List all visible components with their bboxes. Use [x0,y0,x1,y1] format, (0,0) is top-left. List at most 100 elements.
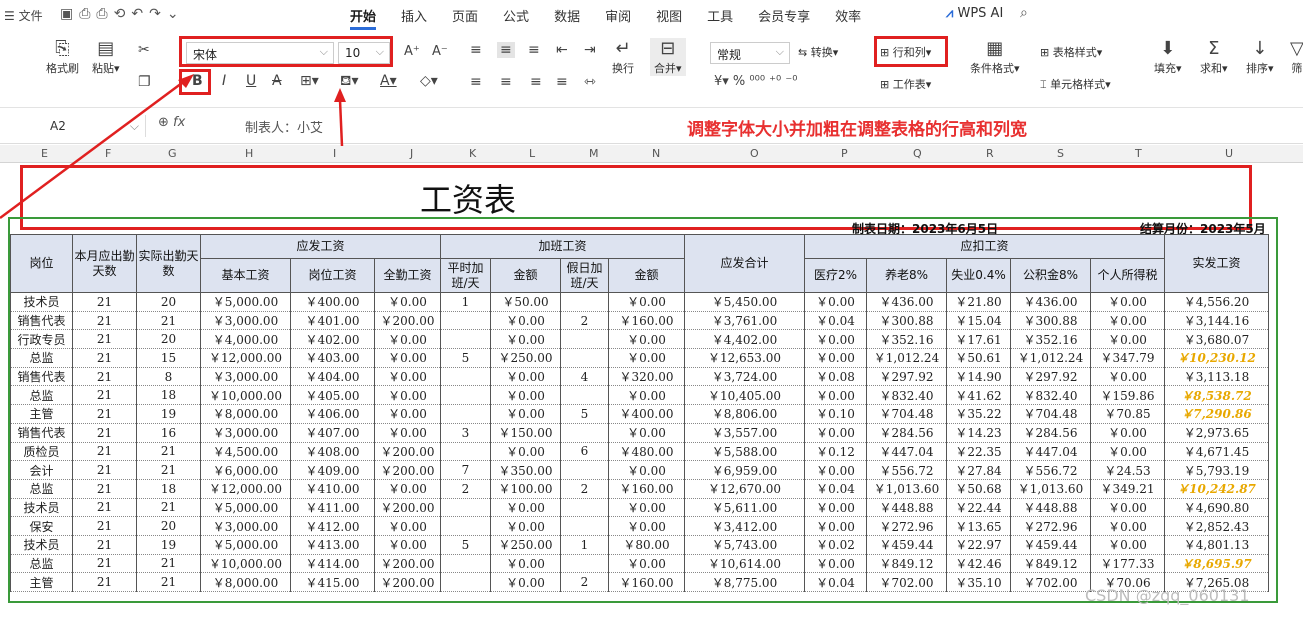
table-cell[interactable]: ￥406.00 [290,404,375,424]
table-cell[interactable]: 1 [440,292,491,312]
table-cell[interactable]: 21 [72,329,137,350]
indent-decrease-icon[interactable]: ⇤ [556,42,568,58]
table-cell[interactable] [440,498,491,518]
table-cell[interactable]: ￥0.00 [804,498,867,518]
post-cell[interactable]: 销售代表 [10,311,73,331]
column-header-j[interactable]: J [410,147,413,160]
table-cell[interactable]: ￥447.04 [866,442,947,462]
post-cell[interactable]: 保安 [10,516,73,536]
table-cell[interactable]: 2 [560,311,609,331]
table-cell[interactable]: ￥200.00 [374,572,441,592]
table-cell[interactable]: 21 [136,498,201,518]
column-header-n[interactable]: N [652,147,660,160]
table-cell[interactable]: 21 [136,554,201,574]
table-cell[interactable]: 21 [72,572,137,592]
table-cell[interactable]: ￥6,959.00 [684,460,805,480]
table-cell[interactable] [440,404,491,424]
table-cell[interactable] [440,572,491,592]
table-cell[interactable]: 15 [136,348,201,368]
table-cell[interactable]: ￥200.00 [374,498,441,518]
table-cell[interactable]: ￥5,450.00 [684,292,805,312]
increase-font-icon[interactable]: A⁺ [404,44,420,59]
table-cell[interactable]: ￥0.00 [1090,516,1165,536]
table-cell[interactable]: ￥401.00 [290,311,375,331]
table-cell[interactable]: ￥459.44 [866,535,947,555]
table-cell[interactable]: ￥0.00 [490,404,561,424]
table-cell[interactable]: ￥41.62 [946,385,1011,406]
table-cell[interactable]: ￥14.23 [946,423,1011,443]
tab-formula[interactable]: 公式 [503,6,529,30]
column-header-o[interactable]: O [750,147,759,160]
table-row[interactable]: 行政专员 21 20 ￥4,000.00 ￥402.00 ￥0.00 ￥0.00 ￥0.00 ￥… [10,329,1269,350]
table-cell[interactable]: 21 [136,460,201,480]
table-cell[interactable]: ￥21.80 [946,292,1011,312]
table-cell[interactable]: ￥12,000.00 [200,348,291,368]
table-cell[interactable]: ￥8,538.72 [1164,385,1269,406]
table-cell[interactable]: ￥22.44 [946,498,1011,518]
wrap-button[interactable]: ↵ 换行 [612,38,634,76]
table-cell[interactable]: ￥0.00 [490,311,561,331]
table-row[interactable]: 技术员 21 20 ￥5,000.00 ￥400.00 ￥0.00 1 ￥50.00 ￥0.00… [10,292,1269,312]
post-cell[interactable]: 总监 [10,385,73,406]
align-bottom-icon[interactable]: ≡ [528,42,540,58]
fx-icon[interactable]: ⊕ fx [158,115,185,130]
table-row[interactable]: 技术员 21 21 ￥5,000.00 ￥411.00 ￥200.00 ￥0.00 ￥0.00… [10,498,1269,518]
table-cell[interactable]: ￥415.00 [290,572,375,592]
table-cell[interactable]: ￥1,012.24 [866,348,947,368]
table-cell[interactable]: ￥3,412.00 [684,516,805,536]
table-cell[interactable]: ￥10,614.00 [684,554,805,574]
table-cell[interactable]: ￥5,000.00 [200,535,291,555]
table-cell[interactable]: ￥160.00 [608,572,685,592]
table-row[interactable]: 总监 21 15 ￥12,000.00 ￥403.00 ￥0.00 5 ￥250.00 ￥0.0… [10,348,1269,368]
table-cell[interactable]: ￥284.56 [866,423,947,443]
column-header-u[interactable]: U [1225,147,1233,160]
table-cell[interactable]: ￥0.00 [608,498,685,518]
table-cell[interactable]: ￥0.00 [1090,423,1165,443]
table-cell[interactable]: ￥0.04 [804,572,867,592]
table-cell[interactable]: ￥0.00 [804,516,867,536]
table-cell[interactable] [440,329,491,350]
table-cell[interactable]: ￥0.00 [490,329,561,350]
table-cell[interactable]: ￥849.12 [1010,554,1091,574]
table-cell[interactable]: ￥3,144.16 [1164,311,1269,331]
table-cell[interactable]: ￥10,000.00 [200,385,291,406]
table-cell[interactable]: 19 [136,535,201,555]
table-cell[interactable]: ￥0.00 [608,348,685,368]
tab-review[interactable]: 审阅 [605,6,631,30]
table-cell[interactable]: ￥0.00 [374,516,441,536]
table-cell[interactable]: ￥0.10 [804,404,867,424]
table-cell[interactable]: ￥27.84 [946,460,1011,480]
table-row[interactable]: 销售代表 21 16 ￥3,000.00 ￥407.00 ￥0.00 3 ￥150.00 ￥0.… [10,423,1269,443]
table-cell[interactable]: 21 [72,554,137,574]
table-cell[interactable]: ￥5,588.00 [684,442,805,462]
table-cell[interactable]: ￥0.00 [490,554,561,574]
sort-button[interactable]: ↓ 排序▾ [1246,38,1274,76]
table-cell[interactable]: ￥0.00 [804,460,867,480]
table-cell[interactable]: ￥160.00 [608,311,685,331]
table-cell[interactable]: ￥0.00 [374,385,441,406]
table-cell[interactable]: ￥1,013.60 [1010,479,1091,499]
filter-button[interactable]: ▽ 筛 [1290,38,1303,76]
table-cell[interactable]: ￥3,113.18 [1164,367,1269,387]
table-cell[interactable]: ￥2,973.65 [1164,423,1269,443]
table-cell[interactable]: ￥459.44 [1010,535,1091,555]
table-cell[interactable]: ￥0.00 [804,385,867,406]
table-cell[interactable]: 6 [560,442,609,462]
table-cell[interactable]: ￥5,793.19 [1164,460,1269,480]
column-header-m[interactable]: M [589,147,599,160]
table-row[interactable]: 技术员 21 19 ￥5,000.00 ￥413.00 ￥0.00 5 ￥250.00 1 ￥80… [10,535,1269,555]
table-cell[interactable]: ￥300.88 [1010,311,1091,331]
tab-data[interactable]: 数据 [554,6,580,30]
table-cell[interactable]: ￥297.92 [1010,367,1091,387]
table-cell[interactable]: 2 [440,479,491,499]
table-cell[interactable]: ￥410.00 [290,479,375,499]
underline-icon[interactable]: U [246,73,256,89]
table-cell[interactable]: ￥5,000.00 [200,498,291,518]
justify-icon[interactable]: ≡ [556,74,568,90]
table-cell[interactable]: ￥4,671.45 [1164,442,1269,462]
post-cell[interactable]: 销售代表 [10,423,73,443]
table-cell[interactable]: ￥4,000.00 [200,329,291,350]
wps-ai-button[interactable]: ⩘ WPS AI [946,6,1003,21]
table-row[interactable]: 保安 21 20 ￥3,000.00 ￥412.00 ￥0.00 ￥0.00 ￥0.00 ￥3,… [10,516,1269,536]
table-cell[interactable] [560,554,609,574]
